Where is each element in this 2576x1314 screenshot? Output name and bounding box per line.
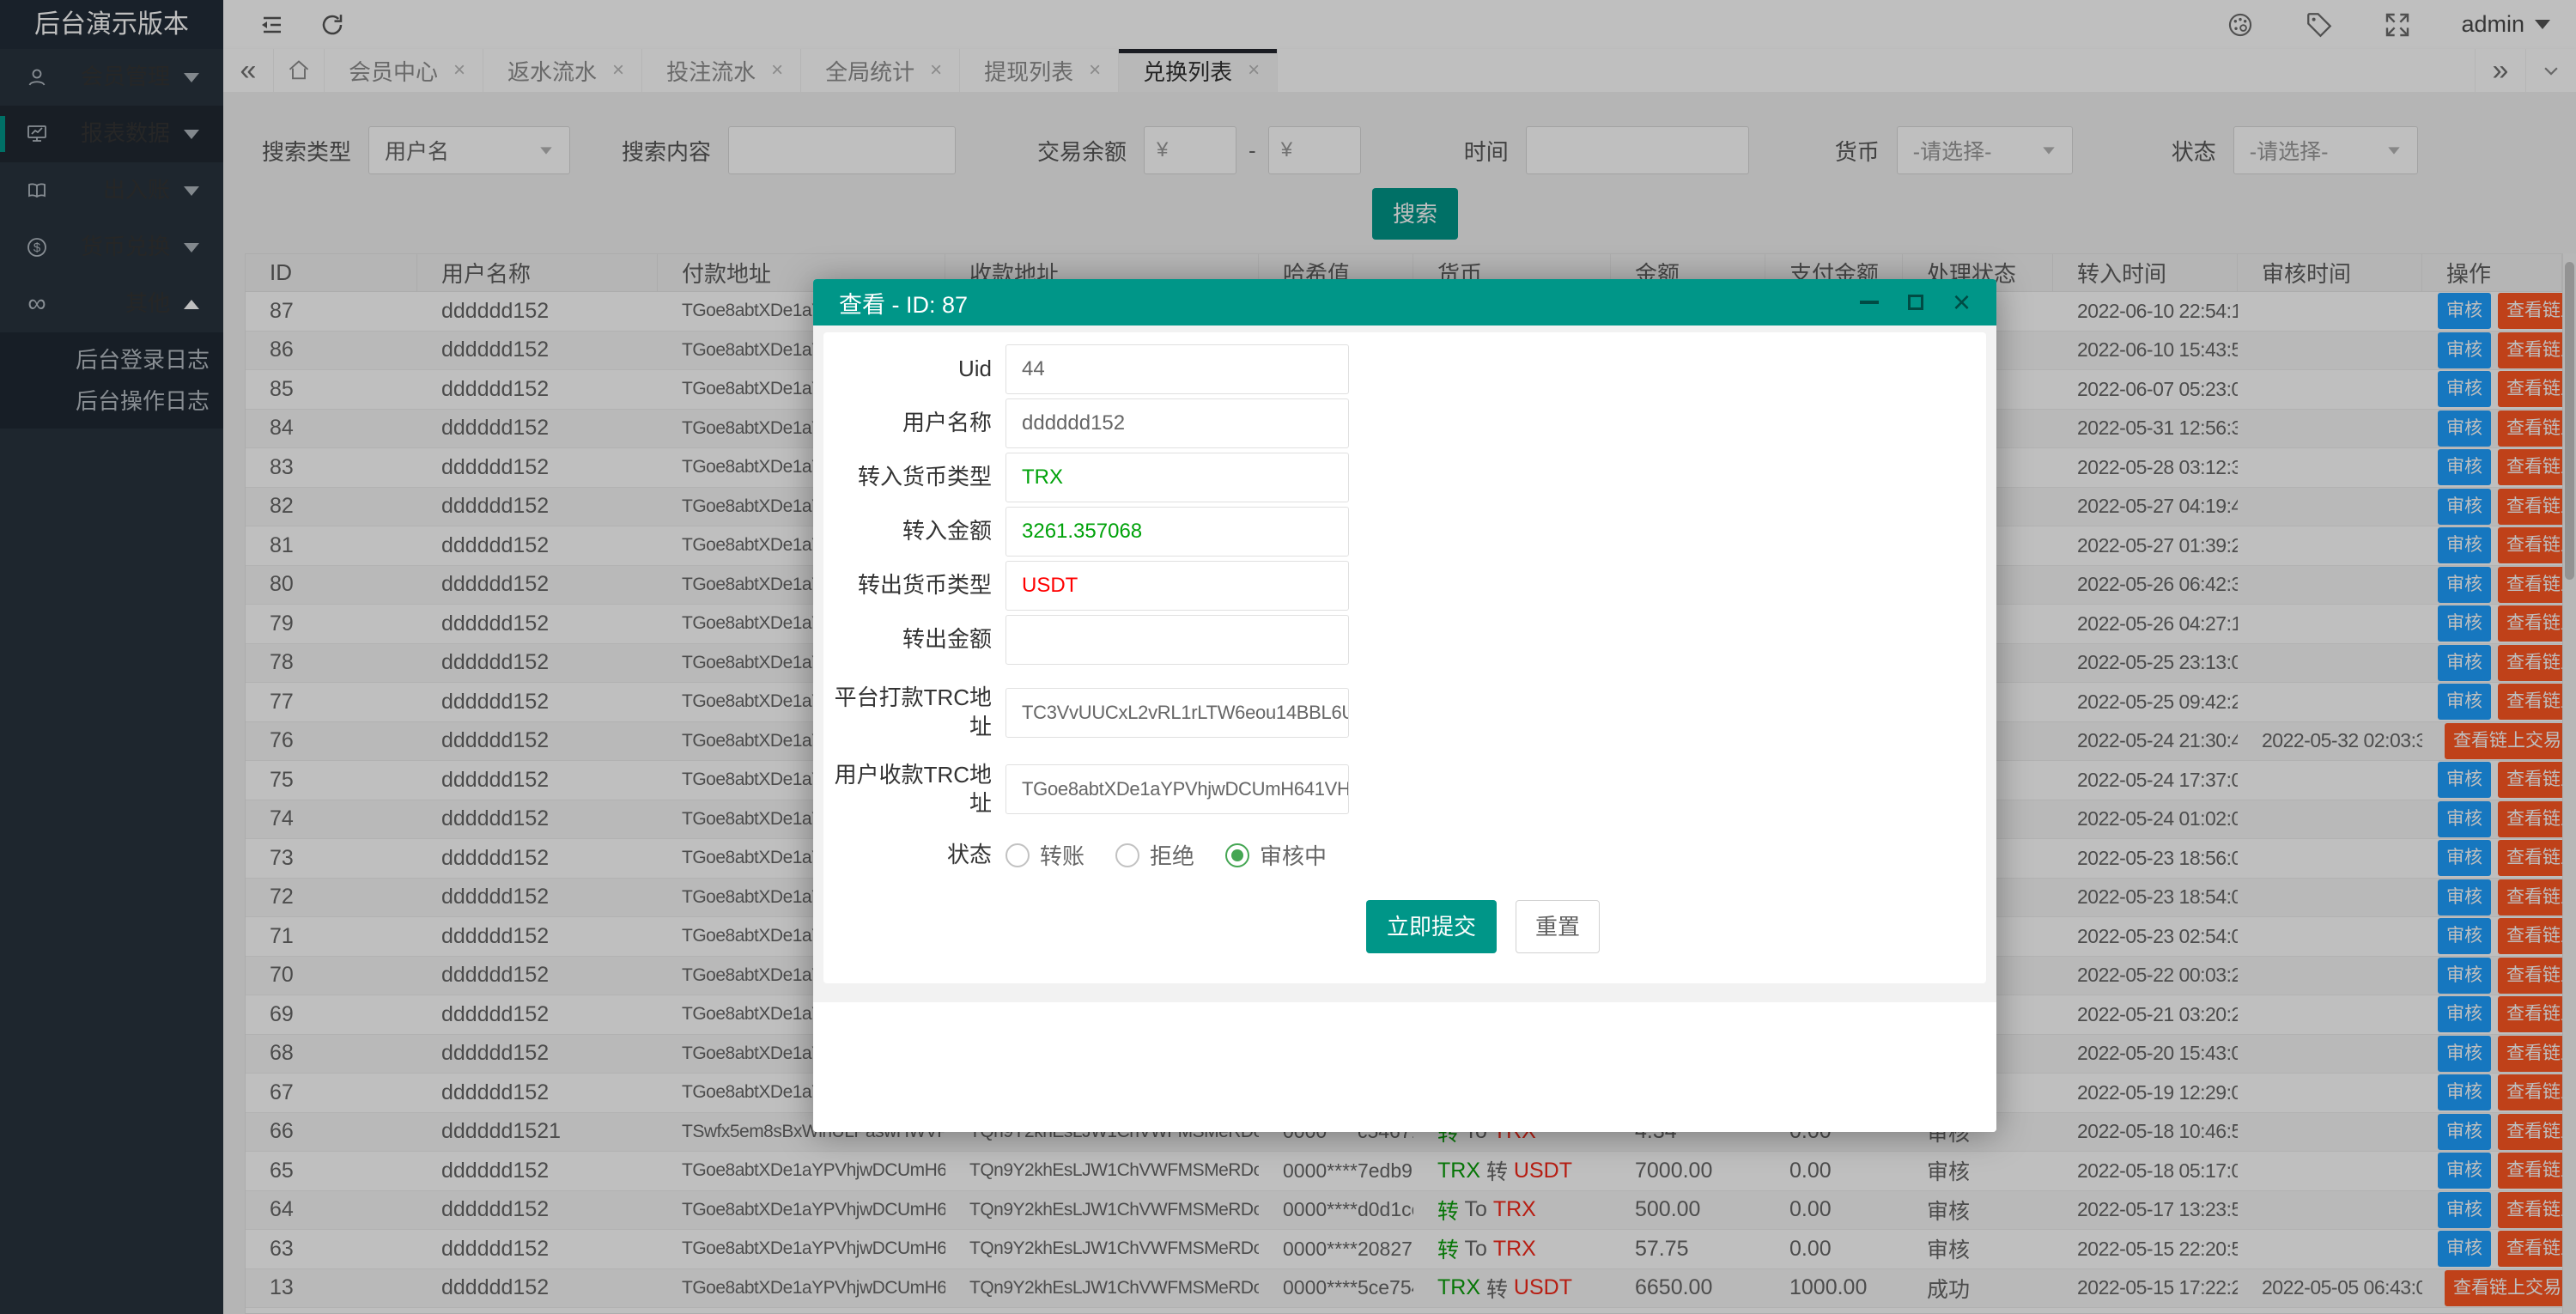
field-label: 转入金额 xyxy=(902,518,992,544)
field-label: 用户收款TRC地址 xyxy=(834,761,992,817)
status-field-label: 状态 xyxy=(946,841,992,867)
dialog-blank-area xyxy=(813,1002,1996,1132)
radio-transfer[interactable]: 转账 xyxy=(1005,839,1084,871)
view-dialog: 查看 - ID: 87 × Uid 44 用户名称 dddddd152 转入货币… xyxy=(813,279,1996,1132)
radio-icon xyxy=(1115,843,1140,867)
maximize-icon[interactable] xyxy=(1907,295,1923,310)
close-icon[interactable]: × xyxy=(1953,287,1971,318)
dialog-controls: × xyxy=(1831,287,1971,318)
dialog-body: Uid 44 用户名称 dddddd152 转入货币类型 TRX 转入金额 32… xyxy=(813,325,1996,1132)
out-currency-input[interactable]: USDT xyxy=(1005,561,1349,611)
dialog-titlebar: 查看 - ID: 87 × xyxy=(813,279,1996,325)
platform-trc-address-input[interactable]: TC3VvUUCxL2vRL1rLTW6eou14BBL6UuBQq xyxy=(1005,687,1349,738)
dialog-title: 查看 - ID: 87 xyxy=(839,291,969,318)
field-label: 平台打款TRC地址 xyxy=(834,684,992,739)
radio-icon xyxy=(1225,843,1250,867)
field-label: 转入货币类型 xyxy=(857,464,992,490)
radio-icon xyxy=(1005,843,1030,867)
in-currency-input[interactable]: TRX xyxy=(1005,453,1349,502)
uid-input[interactable]: 44 xyxy=(1005,344,1349,394)
field-label: 转出货币类型 xyxy=(857,572,992,599)
field-label: 用户名称 xyxy=(902,410,992,436)
reset-button[interactable]: 重置 xyxy=(1516,900,1601,954)
minimize-icon[interactable] xyxy=(1859,301,1879,304)
out-amount-input[interactable] xyxy=(1005,615,1349,665)
dialog-buttons: 立即提交 重置 xyxy=(1366,900,1986,954)
submit-button[interactable]: 立即提交 xyxy=(1366,900,1498,954)
field-label: Uid xyxy=(957,356,992,382)
dialog-form-card: Uid 44 用户名称 dddddd152 转入货币类型 TRX 转入金额 32… xyxy=(823,332,1986,983)
status-radio-group: 状态 转账 拒绝 审核中 xyxy=(823,839,1986,871)
radio-reject[interactable]: 拒绝 xyxy=(1115,839,1194,871)
username-input[interactable]: dddddd152 xyxy=(1005,398,1349,448)
user-trc-address-input[interactable]: TGoe8abtXDe1aYPVhjwDCUmH641VHkrCCX xyxy=(1005,764,1349,815)
radio-reviewing[interactable]: 审核中 xyxy=(1225,839,1327,871)
in-amount-input[interactable]: 3261.357068 xyxy=(1005,507,1349,557)
field-label: 转出金额 xyxy=(902,626,992,653)
